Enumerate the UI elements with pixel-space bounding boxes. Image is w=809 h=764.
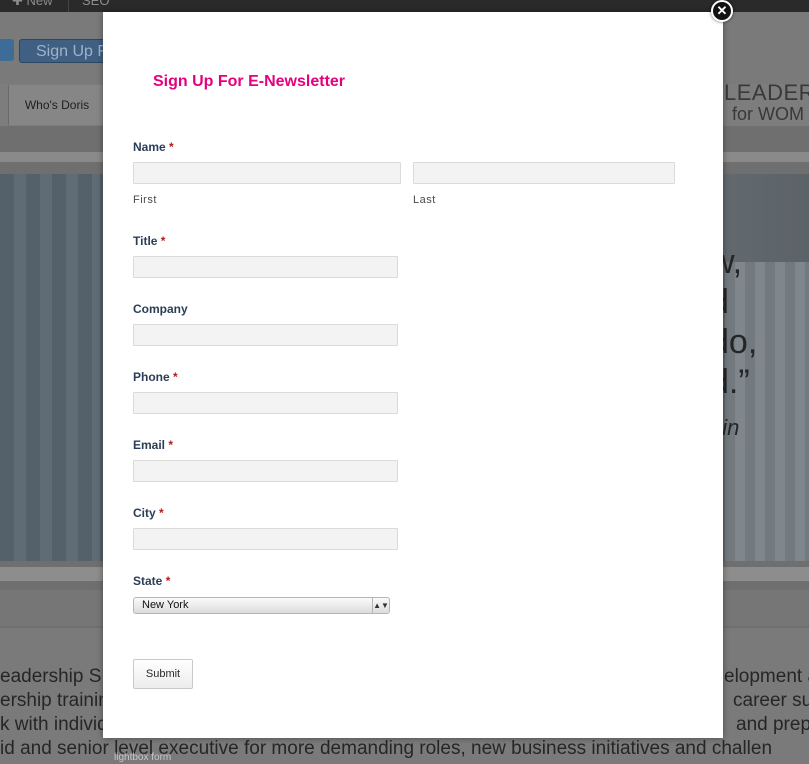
- email-input[interactable]: [133, 460, 398, 482]
- body-line: k with individ: [0, 714, 108, 735]
- modal-title: Sign Up For E-Newsletter: [153, 73, 346, 90]
- admin-new-link[interactable]: ✚ New: [12, 0, 53, 9]
- body-line: eadership S: [0, 666, 102, 687]
- required-marker: *: [169, 140, 174, 154]
- admin-bar: ✚ New SEO: [0, 0, 809, 12]
- last-sublabel: Last: [413, 194, 436, 206]
- state-select[interactable]: New York ▲▼: [133, 597, 390, 614]
- hero-city-left: [0, 174, 100, 561]
- site-logo: LEADER for WOM: [724, 80, 809, 124]
- body-line: elopment a: [724, 666, 809, 687]
- select-arrows-icon: ▲▼: [372, 598, 389, 613]
- first-sublabel: First: [133, 194, 157, 206]
- company-label: Company: [133, 302, 188, 316]
- newsletter-modal: Sign Up For E-Newsletter Name * First La…: [103, 12, 723, 738]
- state-selected-value: New York: [142, 599, 189, 611]
- title-input[interactable]: [133, 256, 398, 278]
- required-marker: *: [160, 234, 166, 248]
- lightbox-caption: lightbox form: [114, 752, 172, 763]
- company-input[interactable]: [133, 324, 398, 346]
- body-line: and prepa: [736, 714, 809, 735]
- nav-tab-whos-doris[interactable]: Who's Doris: [8, 85, 106, 125]
- city-label: City *: [133, 506, 164, 520]
- plus-icon: ✚: [12, 0, 27, 8]
- title-label: Title *: [133, 234, 166, 248]
- required-marker: *: [159, 506, 164, 520]
- body-line: career suc: [733, 690, 809, 711]
- logo-line2: for WOM: [732, 104, 804, 124]
- city-input[interactable]: [133, 528, 398, 550]
- email-label: Email *: [133, 438, 174, 452]
- submit-button[interactable]: Submit: [133, 659, 193, 689]
- required-marker: *: [168, 438, 174, 452]
- state-label: State *: [133, 574, 171, 588]
- logo-line1: LEADER: [724, 80, 809, 105]
- required-marker: *: [173, 370, 178, 384]
- twitter-icon[interactable]: [0, 39, 14, 61]
- phone-input[interactable]: [133, 392, 398, 414]
- phone-label: Phone *: [133, 370, 178, 384]
- first-name-input[interactable]: [133, 162, 401, 184]
- admin-seo-link[interactable]: SEO: [82, 0, 109, 8]
- body-line: ership trainin: [0, 690, 109, 711]
- last-name-input[interactable]: [413, 162, 675, 184]
- admin-divider: [68, 0, 69, 12]
- close-icon[interactable]: ✕: [711, 0, 733, 22]
- name-label: Name *: [133, 140, 174, 154]
- required-marker: *: [165, 574, 171, 588]
